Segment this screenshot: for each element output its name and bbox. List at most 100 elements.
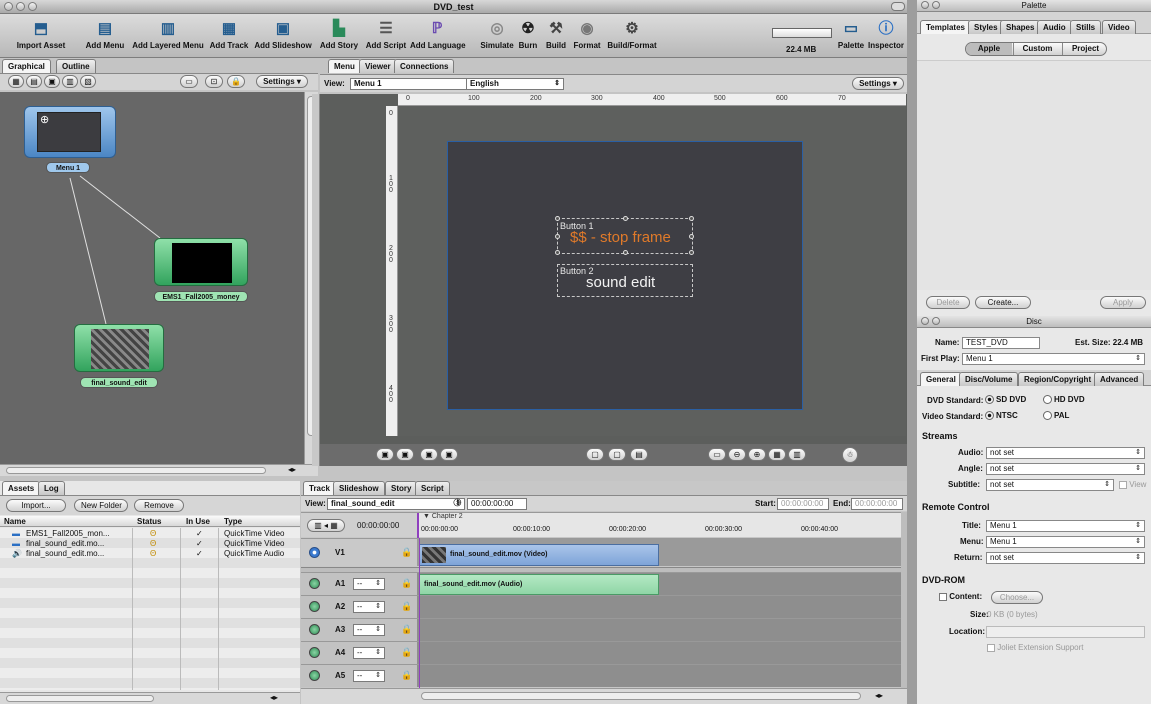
hd-dvd-radio[interactable]: HD DVD <box>1043 395 1085 405</box>
minimize-inspector-button[interactable] <box>932 317 940 325</box>
minimize-palette-button[interactable] <box>932 1 940 9</box>
import-asset-button[interactable]: ⬒ Import Asset <box>14 16 68 56</box>
audio-track-enable-icon[interactable] <box>309 624 320 635</box>
tab-graphical[interactable]: Graphical <box>2 59 51 73</box>
layout-icon[interactable]: ▣ <box>44 75 60 88</box>
layer-icon-2[interactable]: ▣ <box>396 448 414 461</box>
grid-view-icon-2[interactable]: ▤ <box>26 75 42 88</box>
tab-log[interactable]: Log <box>38 481 65 495</box>
tab-video[interactable]: Video <box>1102 20 1136 34</box>
simulate-button[interactable]: ◎ Simulate <box>480 16 514 56</box>
delete-button[interactable]: Delete <box>926 296 970 309</box>
choose-button[interactable]: Choose... <box>991 591 1043 604</box>
apply-button[interactable]: Apply <box>1100 296 1146 309</box>
shape-icon-4[interactable]: ▦ <box>768 448 786 461</box>
audio-stream-select[interactable]: not set ⇕ <box>986 447 1145 459</box>
disc-name-field[interactable]: TEST_DVD <box>962 337 1040 349</box>
display-icon[interactable]: ▢ <box>586 448 604 461</box>
timeline-scroll-thumb[interactable] <box>421 692 861 700</box>
angle-select[interactable]: not set ⇕ <box>986 463 1145 475</box>
tab-general[interactable]: General <box>920 372 962 386</box>
scroll-arrows-icon[interactable]: ◂▸ <box>875 691 883 700</box>
resize-handle[interactable] <box>623 250 628 255</box>
grid-view-icon[interactable]: ▦ <box>8 75 24 88</box>
assets-hscrollbar[interactable]: ◂▸ <box>0 692 300 704</box>
audio-track-enable-icon[interactable] <box>309 578 320 589</box>
audio-track-select[interactable]: -- ⇕ <box>353 601 385 613</box>
segment-apple[interactable]: Apple <box>966 43 1012 55</box>
tab-region-copyright[interactable]: Region/Copyright <box>1018 372 1098 386</box>
minimize-window-button[interactable] <box>16 2 25 11</box>
timecode-field[interactable]: 00:00:00:00 <box>467 498 527 510</box>
resize-handle[interactable] <box>555 216 560 221</box>
add-language-button[interactable]: ℙ Add Language <box>410 16 466 56</box>
inspector-button[interactable]: ⓘ Inspector <box>866 16 906 56</box>
tab-templates[interactable]: Templates <box>920 20 971 34</box>
create-button[interactable]: Create... <box>975 296 1031 309</box>
menu-node-label[interactable]: Menu 1 <box>46 162 90 173</box>
layer-icon[interactable]: ▣ <box>376 448 394 461</box>
timeline-hscrollbar[interactable]: ◂▸ <box>301 688 907 704</box>
tab-audio[interactable]: Audio <box>1037 20 1072 34</box>
tab-advanced[interactable]: Advanced <box>1094 372 1145 386</box>
add-slideshow-button[interactable]: ▣ Add Slideshow <box>253 16 313 56</box>
clip-node-ems1[interactable] <box>154 238 248 286</box>
add-menu-button[interactable]: ▤ Add Menu <box>84 16 126 56</box>
layer-icon-4[interactable]: ▣ <box>440 448 458 461</box>
audio-track-select[interactable]: -- ⇕ <box>353 578 385 590</box>
sd-dvd-radio[interactable]: SD DVD <box>985 395 1026 405</box>
button-2[interactable]: Button 2 sound edit <box>557 264 693 297</box>
col-inuse[interactable]: In Use <box>186 517 210 526</box>
ntsc-radio[interactable]: NTSC <box>985 411 1018 421</box>
menu-node[interactable]: ⊕ <box>24 106 116 158</box>
video-clip[interactable]: final_sound_edit.mov (Video) <box>419 544 659 566</box>
view-checkbox[interactable]: View <box>1119 480 1146 489</box>
tab-slideshow[interactable]: Slideshow <box>333 481 385 495</box>
subtitle-select[interactable]: not set ⇕ <box>986 479 1114 491</box>
burn-button[interactable]: ☢ Burn <box>516 16 540 56</box>
build-button[interactable]: ⚒ Build <box>543 16 569 56</box>
joliet-checkbox[interactable]: Joliet Extension Support <box>987 643 1084 652</box>
add-layered-menu-button[interactable]: ▥ Add Layered Menu <box>130 16 206 56</box>
shape-icon-3[interactable]: ⊕ <box>748 448 766 461</box>
lock-icon[interactable]: 🔒 <box>401 578 412 589</box>
lock-icon[interactable]: 🔒 <box>401 547 412 558</box>
table-row[interactable]: ▬ EMS1_Fall2005_mon... Θ ✓ QuickTime Vid… <box>0 529 300 539</box>
tab-script[interactable]: Script <box>415 481 450 495</box>
button-1[interactable]: Button 1 $$ - stop frame <box>555 216 694 255</box>
build-format-button[interactable]: ⚙ Build/Format <box>605 16 659 56</box>
col-type[interactable]: Type <box>224 517 242 526</box>
assets-hscroll-thumb[interactable] <box>6 695 154 702</box>
graph-hscroll-thumb[interactable] <box>6 467 266 474</box>
zoom-icon[interactable]: ⊡ <box>205 75 223 88</box>
start-field[interactable]: 00:00:00:00 <box>777 498 829 510</box>
lock-icon[interactable]: 🔒 <box>401 670 412 681</box>
scroll-arrows-icon[interactable]: ◂▸ <box>270 693 278 702</box>
zoom-window-button[interactable] <box>28 2 37 11</box>
new-folder-button[interactable]: New Folder <box>74 499 128 512</box>
remove-button[interactable]: Remove <box>134 499 184 512</box>
clip-node-sound-edit-label[interactable]: final_sound_edit <box>80 377 158 388</box>
add-script-button[interactable]: ☰ Add Script <box>364 16 408 56</box>
lock-icon[interactable]: 🔒 <box>227 75 245 88</box>
playhead[interactable] <box>417 513 419 538</box>
import-button[interactable]: Import... <box>6 499 66 512</box>
pal-radio[interactable]: PAL <box>1043 411 1069 421</box>
chapter-marker[interactable]: ▼ Chapter 2 <box>423 513 463 520</box>
title-select[interactable]: Menu 1 ⇕ <box>986 520 1145 532</box>
tab-outline[interactable]: Outline <box>56 59 96 73</box>
table-row[interactable]: ▬ final_sound_edit.mo... Θ ✓ QuickTime V… <box>0 539 300 549</box>
graph-settings-button[interactable]: Settings ▾ <box>256 75 308 88</box>
display-icon-3[interactable]: ▤ <box>630 448 648 461</box>
segment-custom[interactable]: Custom <box>1013 43 1061 55</box>
audio-clip[interactable]: final_sound_edit.mov (Audio) <box>419 574 659 595</box>
clip-node-sound-edit[interactable] <box>74 324 164 372</box>
tab-track[interactable]: Track <box>303 481 336 495</box>
add-story-button[interactable]: ▙ Add Story <box>316 16 362 56</box>
tab-story[interactable]: Story <box>385 481 418 495</box>
return-select[interactable]: not set ⇕ <box>986 552 1145 564</box>
audio-track-select[interactable]: -- ⇕ <box>353 624 385 636</box>
resize-handle[interactable] <box>623 216 628 221</box>
tab-connections[interactable]: Connections <box>394 59 455 73</box>
menu-settings-button[interactable]: Settings ▾ <box>852 77 904 90</box>
